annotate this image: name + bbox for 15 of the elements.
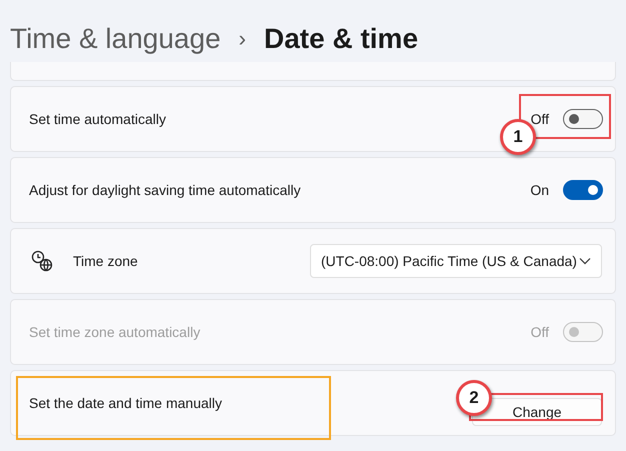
breadcrumb-parent[interactable]: Time & language xyxy=(10,23,221,55)
toggle-state: On xyxy=(530,182,549,198)
page-title: Date & time xyxy=(264,23,418,55)
setting-label: Set time zone automatically xyxy=(29,324,202,340)
toggle-switch[interactable] xyxy=(563,180,603,200)
setting-label: Time zone xyxy=(73,253,139,269)
toggle-state: Off xyxy=(530,324,549,340)
chevron-down-icon xyxy=(579,257,591,265)
setting-label: Set time automatically xyxy=(29,111,167,127)
time-zone-dropdown[interactable]: (UTC-08:00) Pacific Time (US & Canada) xyxy=(310,244,602,278)
breadcrumb-separator: › xyxy=(238,26,246,52)
toggle-switch[interactable] xyxy=(563,109,603,129)
setting-label: Adjust for daylight saving time automatically xyxy=(29,182,302,198)
setting-label: Set the date and time manually xyxy=(29,395,224,411)
clock-globe-icon xyxy=(31,250,53,272)
